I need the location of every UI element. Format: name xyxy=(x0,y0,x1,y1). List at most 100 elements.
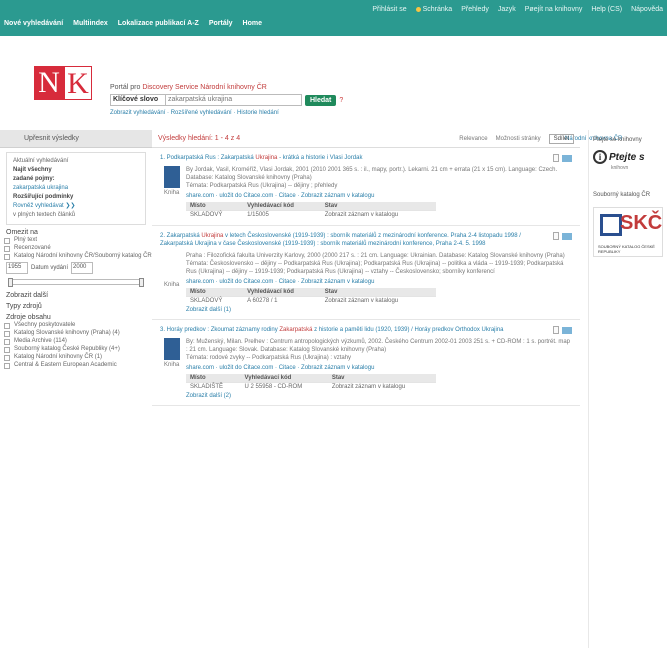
search-input[interactable]: zakarpatská ukrajina xyxy=(166,94,302,106)
result-links[interactable]: share.com · uložit do Citace.com · Citac… xyxy=(186,193,572,199)
add-to-folder-icon[interactable] xyxy=(562,233,572,240)
result-body: Kniha Praha : Filozofická fakulta Univer… xyxy=(160,252,572,313)
result-body: Kniha By: Muženský, Milan. Prelhev : Cen… xyxy=(160,338,572,399)
folder-link[interactable]: Schránka xyxy=(415,6,452,13)
date-range: 1955 Datum vydání 2000 xyxy=(0,260,152,276)
holdings-row: SKLADIŠTĚ U 2 55958 - CD-ROM Zobrazit zá… xyxy=(186,382,436,391)
help-link[interactable]: Nápověda xyxy=(631,6,663,13)
date-slider-handle-start[interactable] xyxy=(8,278,13,287)
result-links[interactable]: share.com · uložit do Citace.com · Citac… xyxy=(186,365,572,371)
sort-relevance-dropdown[interactable]: Relevance xyxy=(459,136,487,142)
add-to-folder-icon[interactable] xyxy=(562,155,572,162)
result-details: By Jordak, Vasil, Kroméříž, Vlasi Jordak… xyxy=(186,166,572,219)
results-tools: Relevance Možnosti stránky Sdílet xyxy=(459,133,574,144)
date-slider-handle-end[interactable] xyxy=(139,278,144,287)
union-catalog-title[interactable]: Souborný katalog ČR xyxy=(589,185,667,199)
view-in-catalog-link[interactable]: Zobrazit záznam v katalogu xyxy=(327,382,436,391)
current-search-box: Aktuální vyhledávání Najít všechny zadan… xyxy=(6,152,146,225)
add-to-folder-icon[interactable] xyxy=(562,327,572,334)
skc-subtitle: SOUBORNÝ KATALOG ČESKÉ REPUBLIKY xyxy=(598,244,655,254)
provider-slovanska-checkbox[interactable]: Katalog Slovanské knihovny (Praha) (4) xyxy=(0,329,152,337)
results-count: Výsledky hledání: 1 - 4 z 4 xyxy=(158,135,241,142)
ask-library-title: Ptejte se knihovny xyxy=(593,137,642,143)
view-in-catalog-link[interactable]: Zobrazit záznam v katalogu xyxy=(320,296,436,305)
logo-k: K xyxy=(64,66,92,100)
result-title[interactable]: 3. Horáy predkov : Zkoumat záznamy rodin… xyxy=(160,326,572,334)
refine-sidebar: Upřesnit výsledky Aktuální vyhledávání N… xyxy=(0,130,152,648)
limit-peer-reviewed-checkbox[interactable]: Recenzované xyxy=(0,244,152,252)
holdings-table: Místo Vyhledávací kód Stav SKLADOVÝ 1/15… xyxy=(186,202,436,219)
holdings-row: SKLADOVÝ 1/15005 Zobrazit záznam v katal… xyxy=(186,210,436,219)
provider-ceeol-checkbox[interactable]: Central & Eastern European Academic xyxy=(0,361,152,369)
result-description: Praha : Filozofická fakulta Univerzity K… xyxy=(186,253,565,259)
provider-nk-checkbox[interactable]: Katalog Národní knihovny ČR (1) xyxy=(0,353,152,361)
search-button[interactable]: Hledat xyxy=(305,94,337,106)
result-body: Kniha By Jordak, Vasil, Kroméříž, Vlasi … xyxy=(160,166,572,219)
libraries-link[interactable]: Pøejít na knihovny xyxy=(525,6,583,13)
content-providers-title[interactable]: Zdroje obsahu xyxy=(0,310,152,321)
result-item: 1. Podkarpatská Rus : Zakarpatská Ukraji… xyxy=(152,148,580,226)
language-link[interactable]: Jazyk xyxy=(498,6,516,13)
result-title[interactable]: 1. Podkarpatská Rus : Zakarpatská Ukraji… xyxy=(160,154,572,162)
top-bar: Přihlásit se Schránka Přehledy Jazyk Pøe… xyxy=(0,0,667,36)
login-link[interactable]: Přihlásit se xyxy=(372,6,406,13)
date-to-input[interactable]: 2000 xyxy=(71,262,94,274)
nav-home[interactable]: Home xyxy=(243,20,262,27)
refine-results-header[interactable]: Upřesnit výsledky xyxy=(0,130,152,148)
top-links: Přihlásit se Schránka Přehledy Jazyk Pøe… xyxy=(372,6,663,13)
result-subjects: Témata: rodové zvyky -- Podkarpatská Rus… xyxy=(186,355,352,361)
provider-media-archive-checkbox[interactable]: Media Archive (114) xyxy=(0,337,152,345)
source-types-title[interactable]: Typy zdrojů xyxy=(0,299,152,310)
expanders-link[interactable]: Rovněž vyhledávat ❯❯ xyxy=(13,202,139,211)
result-type: Kniha xyxy=(164,282,180,288)
current-query-link[interactable]: zakarpatská ukrajina xyxy=(13,184,139,193)
result-subjects: Témata: Československo -- dějiny -- Podk… xyxy=(186,261,564,275)
result-item: 3. Horáy predkov : Zkoumat záznamy rodin… xyxy=(152,320,580,406)
help-cs-link[interactable]: Help (CS) xyxy=(591,6,622,13)
book-icon xyxy=(164,166,180,188)
ptejte-label: Ptejte s xyxy=(609,151,645,163)
preferences-link[interactable]: Přehledy xyxy=(461,6,489,13)
search-title: Portál pro Discovery Service Národní kni… xyxy=(110,84,267,91)
search-field-select[interactable]: Klíčové slovo xyxy=(110,94,166,106)
result-actions xyxy=(553,232,572,240)
result-thumbnail: Kniha xyxy=(160,252,186,313)
nav-portals[interactable]: Portály xyxy=(209,20,233,27)
nk-logo[interactable]: N K xyxy=(34,66,94,100)
share-button[interactable]: Sdílet xyxy=(548,133,574,144)
result-type: Kniha xyxy=(164,362,180,368)
nav-publications-az[interactable]: Lokalizace publikací A-Z xyxy=(118,20,199,27)
holdings-row: SKLADOVÝ A 60278 / 1 Zobrazit záznam v k… xyxy=(186,296,436,305)
show-more-holdings-link[interactable]: Zobrazit další (1) xyxy=(186,307,572,313)
show-more-holdings-link[interactable]: Zobrazit další (2) xyxy=(186,393,572,399)
skc-logo[interactable]: SKČ SOUBORNÝ KATALOG ČESKÉ REPUBLIKY xyxy=(593,207,663,257)
provider-skc-checkbox[interactable]: Souborný katalog České Republiky (4+) xyxy=(0,345,152,353)
help-icon[interactable]: ? xyxy=(339,97,343,104)
preview-icon[interactable] xyxy=(553,232,559,240)
search-options-links[interactable]: Zobrazit vyhledávání · Rozšířené vyhledá… xyxy=(110,110,380,116)
result-links[interactable]: share.com · uložit do Citace.com · Citac… xyxy=(186,279,572,285)
view-in-catalog-link[interactable]: Zobrazit záznam v katalogu xyxy=(320,210,436,219)
logo-n: N xyxy=(34,66,64,100)
nav-new-search[interactable]: Nové vyhledávání xyxy=(4,20,63,27)
nav-multiindex[interactable]: Multiindex xyxy=(73,20,108,27)
show-more-link[interactable]: Zobrazit další xyxy=(0,288,152,299)
limit-catalog-checkbox[interactable]: Katalog Národní knihovny ČR/Souborný kat… xyxy=(0,252,152,260)
preview-icon[interactable] xyxy=(553,154,559,162)
result-title[interactable]: 2. Zakarpatská Ukrajina v letech Českosl… xyxy=(160,232,572,248)
expanders-note: v plných textech článků xyxy=(13,212,76,218)
ptejte-se-widget[interactable]: i Ptejte s xyxy=(593,150,663,164)
right-panel: Ptejte se knihovny i Ptejte s knihovn So… xyxy=(588,130,667,648)
folder-icon xyxy=(415,6,421,12)
limit-to-title[interactable]: Omezit na xyxy=(0,225,152,236)
skc-square-icon xyxy=(600,214,622,236)
holdings-table: Místo Vyhledávací kód Stav SKLADOVÝ A 60… xyxy=(186,288,436,305)
page-options-dropdown[interactable]: Možnosti stránky xyxy=(496,136,541,142)
date-slider[interactable] xyxy=(8,278,144,287)
date-from-input[interactable]: 1955 xyxy=(6,262,28,274)
provider-all-checkbox[interactable]: Všechny poskytovatele xyxy=(0,321,152,329)
results-list: Výsledky hledání: 1 - 4 z 4 Relevance Mo… xyxy=(152,130,580,648)
limit-fulltext-checkbox[interactable]: Plný text xyxy=(0,236,152,244)
preview-icon[interactable] xyxy=(553,326,559,334)
terms-label: zadané pojmy: xyxy=(13,176,55,182)
